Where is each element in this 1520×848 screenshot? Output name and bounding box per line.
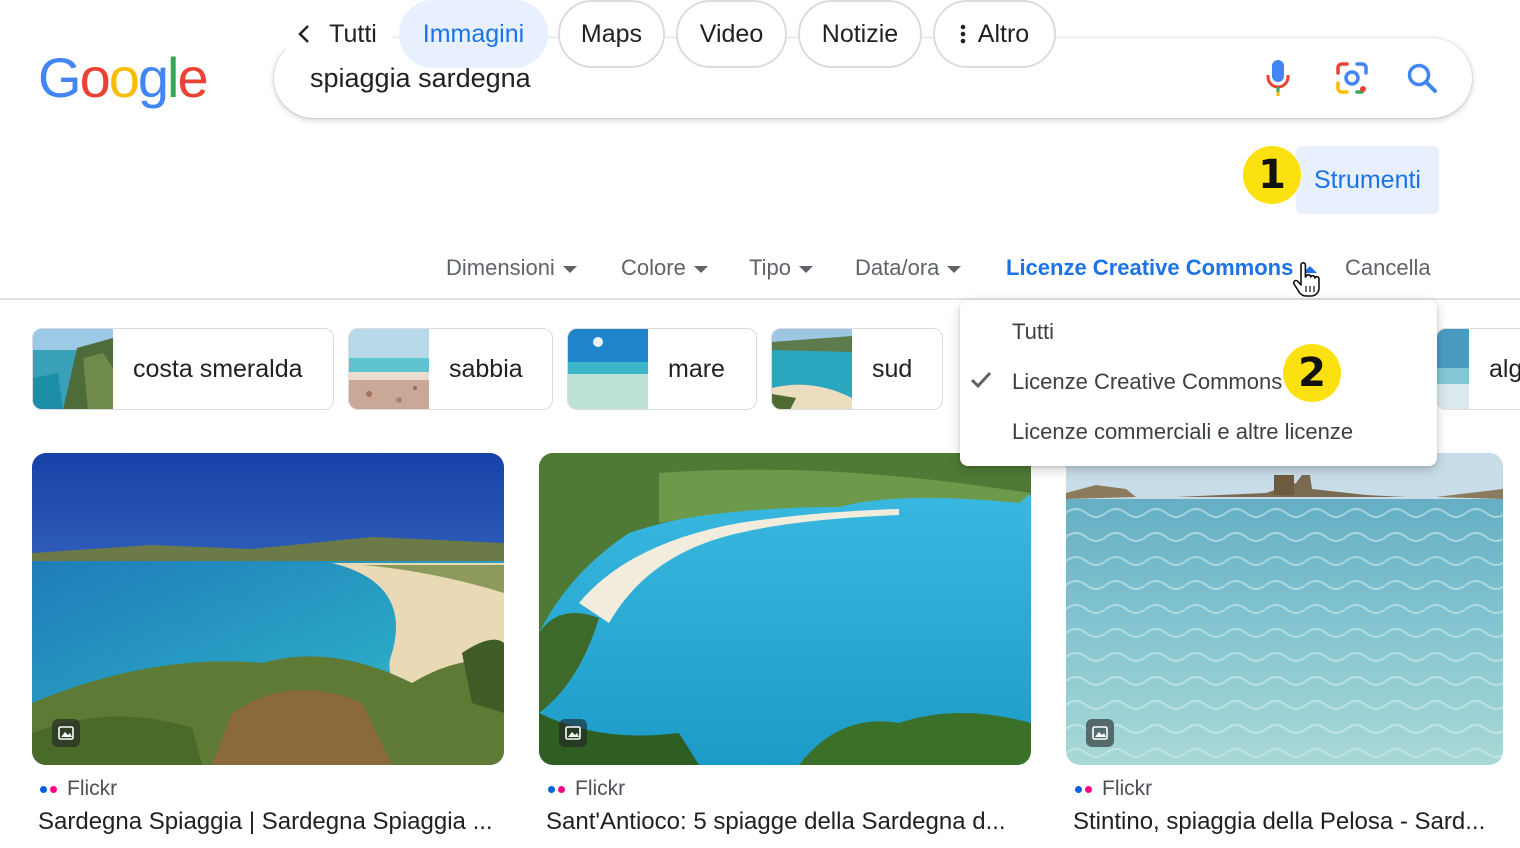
caret-down-icon [798, 265, 813, 273]
lens-icon[interactable] [1332, 58, 1372, 98]
flickr-icon [40, 785, 57, 793]
filter-color[interactable]: Colore [621, 250, 708, 286]
tab-label: Immagini [422, 19, 525, 48]
result-image[interactable] [539, 453, 1031, 765]
tab-maps[interactable]: Maps [558, 0, 665, 68]
result-title[interactable]: Sant'Antioco: 5 spiagge della Sardegna d… [546, 806, 1024, 838]
tab-label: Maps [580, 19, 643, 48]
chip-thumbnail [772, 329, 852, 409]
hand-cursor-icon [1292, 262, 1320, 297]
clear-filters-button[interactable]: Cancella [1345, 250, 1431, 286]
filter-type[interactable]: Tipo [749, 250, 813, 286]
dropdown-item-creative-commons[interactable]: Licenze Creative Commons [1012, 367, 1282, 397]
chip-label: sabbia [449, 354, 523, 383]
check-icon [970, 371, 992, 389]
dropdown-item-all[interactable]: Tutti [1012, 317, 1054, 347]
source-label: Flickr [67, 777, 118, 800]
result-image[interactable] [32, 453, 504, 765]
tools-button[interactable]: Strumenti [1296, 146, 1439, 214]
filter-label: Tipo [749, 255, 791, 280]
related-chip[interactable]: alg [1436, 328, 1520, 410]
caret-down-icon [693, 265, 708, 273]
chip-thumbnail [568, 329, 648, 409]
chip-thumbnail [349, 329, 429, 409]
tab-all-back[interactable]: Tutti [282, 0, 392, 68]
flickr-icon [1075, 785, 1092, 793]
filter-label: Licenze Creative Commons [1006, 255, 1294, 280]
caret-down-icon [947, 265, 962, 273]
filter-license[interactable]: Licenze Creative Commons [1006, 250, 1318, 286]
logo-letter: l [167, 46, 180, 109]
dropdown-item-commercial[interactable]: Licenze commerciali e altre licenze [1012, 417, 1353, 447]
chip-label: alg [1489, 354, 1520, 383]
tab-label: Video [699, 19, 764, 48]
result-title[interactable]: Sardegna Spiaggia | Sardegna Spiaggia ..… [38, 806, 508, 838]
source-label: Flickr [575, 777, 626, 800]
annotation-badge-2: 2 [1283, 344, 1341, 402]
tab-news[interactable]: Notizie [798, 0, 922, 68]
filter-label: Dimensioni [446, 255, 555, 280]
tab-label: Notizie [821, 19, 899, 48]
image-icon [1086, 719, 1114, 747]
filter-date[interactable]: Data/ora [855, 250, 962, 286]
chip-label: sud [872, 354, 913, 383]
related-chip[interactable]: costa smeralda [32, 328, 334, 410]
source-label: Flickr [1102, 777, 1153, 800]
filter-label: Colore [621, 255, 686, 280]
chevron-left-icon [298, 25, 310, 43]
chip-label: mare [668, 354, 725, 383]
related-chip[interactable]: mare [567, 328, 757, 410]
logo-letter: g [137, 46, 169, 109]
tab-label: Tutti [329, 19, 377, 48]
related-chip[interactable]: sud [771, 328, 943, 410]
caret-down-icon [562, 265, 577, 273]
license-dropdown-menu: Tutti Licenze Creative Commons Licenze c… [960, 300, 1437, 466]
mic-icon[interactable] [1258, 58, 1298, 98]
filter-label: Data/ora [855, 255, 940, 280]
image-icon [559, 719, 587, 747]
logo-letter: o [108, 46, 140, 109]
tab-more[interactable]: Altro [933, 0, 1056, 68]
google-logo[interactable]: Google [38, 46, 209, 110]
logo-letter: o [79, 46, 111, 109]
tab-label: Altro [977, 19, 1030, 48]
result-image[interactable] [1066, 453, 1503, 765]
related-chip[interactable]: sabbia [348, 328, 553, 410]
chip-thumbnail [33, 329, 113, 409]
filter-size[interactable]: Dimensioni [446, 250, 577, 286]
image-icon [52, 719, 80, 747]
clear-label: Cancella [1345, 255, 1431, 280]
annotation-badge-1: 1 [1243, 146, 1301, 204]
result-source[interactable]: Flickr [548, 776, 625, 802]
more-vert-icon [960, 24, 966, 44]
result-source[interactable]: Flickr [1075, 776, 1152, 802]
search-icon[interactable] [1402, 58, 1442, 98]
tools-label: Strumenti [1314, 165, 1421, 194]
chip-label: costa smeralda [133, 354, 303, 383]
result-source[interactable]: Flickr [40, 776, 117, 802]
chip-thumbnail [1437, 329, 1469, 409]
tab-images[interactable]: Immagini [399, 0, 548, 68]
logo-letter: e [177, 46, 208, 109]
result-title[interactable]: Stintino, spiaggia della Pelosa - Sard..… [1073, 806, 1503, 838]
flickr-icon [548, 785, 565, 793]
tab-video[interactable]: Video [676, 0, 787, 68]
logo-letter: G [38, 46, 82, 109]
